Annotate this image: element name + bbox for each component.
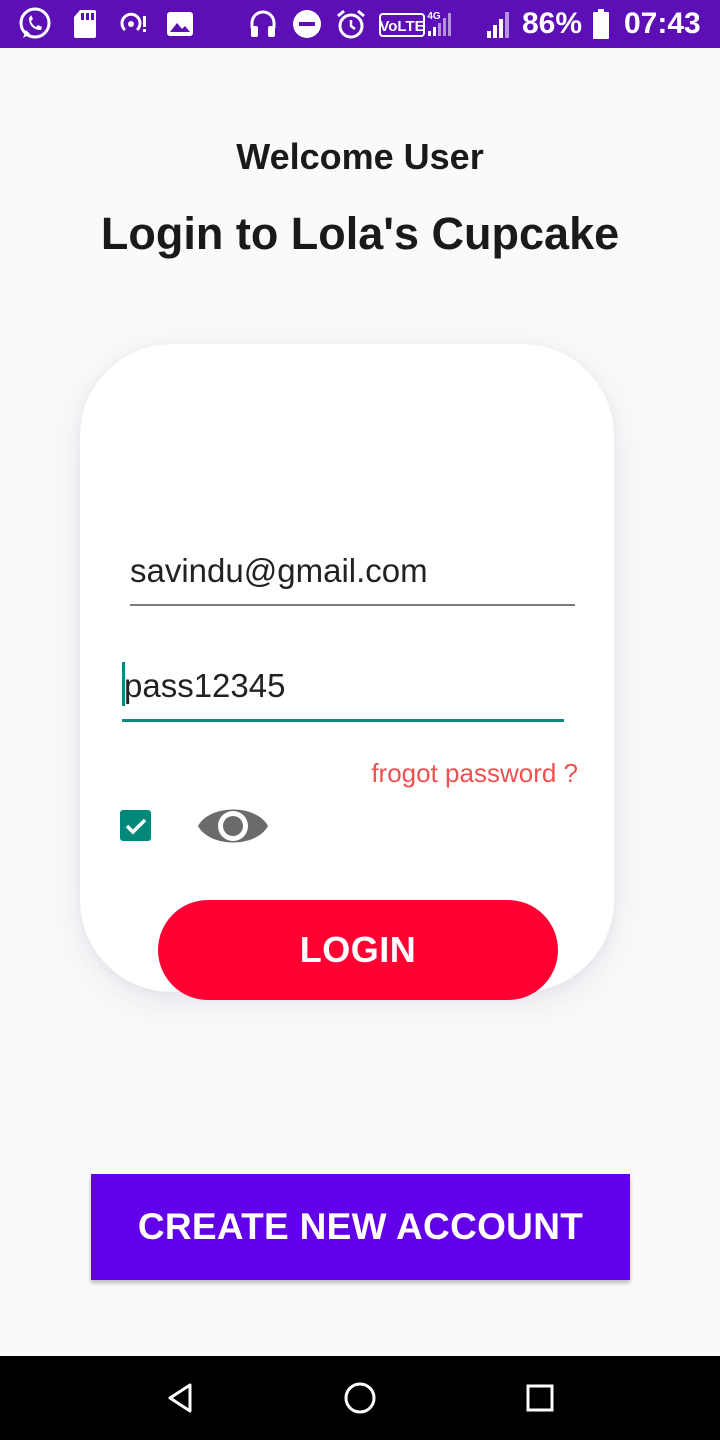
password-field[interactable]: pass12345: [122, 660, 564, 722]
welcome-heading: Welcome User: [236, 136, 484, 177]
status-bar: VoLTE 4G 86% 07:43: [0, 0, 720, 48]
sd-card-icon: [70, 0, 100, 48]
hotspot-icon: [118, 0, 148, 48]
login-button[interactable]: LOGIN: [158, 900, 558, 1000]
text-cursor: [122, 662, 125, 706]
whatsapp-icon: [16, 0, 54, 48]
create-account-button[interactable]: CREATE NEW ACCOUNT: [91, 1174, 630, 1280]
volte-label: VoLTE: [379, 18, 424, 35]
eye-icon[interactable]: [196, 800, 270, 852]
recents-icon[interactable]: [500, 1356, 580, 1440]
gallery-icon: [164, 0, 196, 48]
headphones-icon: [246, 0, 280, 48]
check-icon: [125, 818, 146, 834]
volte-icon: VoLTE 4G: [378, 0, 464, 48]
home-icon[interactable]: [320, 1356, 400, 1440]
battery-percent: 86%: [522, 7, 583, 40]
email-field[interactable]: savindu@gmail.com: [130, 546, 575, 606]
navigation-bar: [0, 1356, 720, 1440]
show-password-checkbox[interactable]: [120, 810, 151, 841]
password-value: pass12345: [124, 667, 286, 704]
back-icon[interactable]: [140, 1356, 220, 1440]
email-value: savindu@gmail.com: [130, 552, 428, 589]
do-not-disturb-icon: [290, 0, 324, 48]
forgot-password-link[interactable]: frogot password ?: [371, 758, 578, 789]
alarm-icon: [334, 0, 368, 48]
clock: 07:43: [624, 7, 701, 40]
network-gen-label: 4G: [427, 11, 441, 22]
signal-icon: [484, 0, 514, 48]
page-title: Login to Lola's Cupcake: [100, 208, 620, 259]
battery-icon: [590, 0, 612, 48]
